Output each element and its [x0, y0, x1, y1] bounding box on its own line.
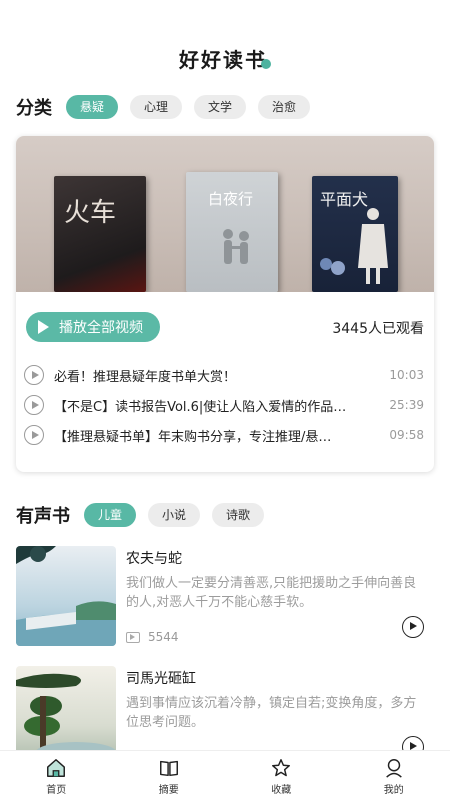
category-header: 分类 悬疑 心理 文学 治愈: [16, 94, 322, 120]
video-duration: 09:58: [389, 428, 424, 442]
tab-label-home: 首页: [46, 785, 67, 796]
video-list: 必看！推理悬疑年度书单大赏！ 10:03 【不是C】读书报告Vol.6|使让人陷…: [24, 360, 424, 450]
tab-label-summary: 摘要: [158, 785, 179, 796]
tab-home[interactable]: 首页: [0, 751, 113, 800]
tab-profile[interactable]: 我的: [338, 751, 450, 800]
farmer-snake-illustration: [16, 546, 116, 646]
star-icon: [272, 759, 291, 777]
audiobook-count-value: 5544: [148, 630, 179, 644]
category-chip-healing[interactable]: 治愈: [258, 95, 311, 119]
book-cover-2: 白夜行: [186, 172, 278, 292]
app-title-text: 好好读书: [179, 48, 267, 72]
audiobook-thumbnail: [16, 546, 116, 646]
audiobook-item[interactable]: 司馬光砸缸 遇到事情应该沉着冷静，镇定自若;变换角度，多方位思考问题。: [16, 666, 434, 750]
audiobook-description: 我们做人一定要分清善恶,只能把援助之手伸向善良的人,对恶人千万不能心慈手软。: [126, 576, 417, 610]
audiobook-header: 有声书 儿童 小说 诗歌: [16, 502, 276, 528]
flowers-icon: [320, 258, 345, 275]
profile-icon: [385, 759, 402, 778]
video-title: 【推理悬疑书单】年末购书分享，专注推理/悬…: [54, 429, 332, 445]
audiobook-title: 有声书: [16, 506, 70, 527]
featured-video-card: 火车 白夜行 平面犬 播放全部视频 3445人已观看 必看！推理悬疑年度书单大赏…: [16, 136, 434, 472]
category-chip-literature[interactable]: 文学: [194, 95, 247, 119]
tab-favorites[interactable]: 收藏: [225, 751, 338, 800]
audiobook-play-button[interactable]: [402, 736, 424, 750]
audiobook-play-count: 5544: [126, 630, 179, 644]
audiobook-play-button[interactable]: [402, 616, 424, 638]
book-cover-3: 平面犬: [312, 176, 398, 292]
video-title: 【不是C】读书报告Vol.6|使让人陷入爱情的作品…: [54, 399, 347, 415]
audiobook-item[interactable]: 农夫与蛇 我们做人一定要分清善恶,只能把援助之手伸向善良的人,对恶人千万不能心慈…: [16, 546, 434, 650]
play-circle-icon: [24, 425, 44, 445]
girl-figure-icon: [358, 208, 388, 284]
watched-count: 3445人已观看: [332, 321, 424, 337]
tab-label-favorites: 收藏: [271, 785, 292, 796]
book-cover-title-1: 火车: [64, 198, 117, 228]
book-cover-title-2: 白夜行: [208, 190, 254, 208]
audiobook-chip-novel[interactable]: 小说: [148, 503, 201, 527]
video-duration: 25:39: [389, 398, 424, 412]
category-title: 分类: [16, 98, 52, 119]
video-list-item[interactable]: 【不是C】读书报告Vol.6|使让人陷入爱情的作品… 25:39: [24, 390, 424, 420]
audiobook-thumbnail: [16, 666, 116, 750]
video-list-item[interactable]: 必看！推理悬疑年度书单大赏！ 10:03: [24, 360, 424, 390]
title-dot-icon: [261, 59, 271, 69]
featured-banner-image[interactable]: 火车 白夜行 平面犬: [16, 136, 434, 292]
video-duration: 10:03: [389, 368, 424, 382]
tab-label-profile: 我的: [383, 785, 404, 796]
home-icon: [47, 759, 66, 777]
play-icon: [38, 320, 49, 334]
book-open-icon: [159, 760, 178, 777]
play-circle-icon: [24, 365, 44, 385]
video-list-item[interactable]: 【推理悬疑书单】年末购书分享，专注推理/悬… 09:58: [24, 420, 424, 450]
audiobook-title: 农夫与蛇: [126, 551, 182, 567]
tab-summary[interactable]: 摘要: [113, 751, 226, 800]
audiobook-chip-children[interactable]: 儿童: [84, 503, 137, 527]
category-chip-psychology[interactable]: 心理: [130, 95, 183, 119]
play-circle-icon: [24, 395, 44, 415]
bottom-tab-bar: 首页 摘要 收藏 我的: [0, 750, 450, 800]
sima-guang-illustration: [16, 673, 116, 750]
audiobook-chip-poetry[interactable]: 诗歌: [212, 503, 265, 527]
book-cover-1: 火车: [54, 176, 146, 292]
audiobook-title: 司馬光砸缸: [126, 671, 196, 687]
video-count-icon: [126, 631, 140, 643]
audiobook-description: 遇到事情应该沉着冷静，镇定自若;变换角度，多方位思考问题。: [126, 696, 417, 730]
category-chip-suspense[interactable]: 悬疑: [66, 95, 119, 119]
video-title: 必看！推理悬疑年度书单大赏！: [54, 369, 237, 385]
play-all-videos-button[interactable]: 播放全部视频: [26, 312, 160, 342]
children-silhouette-icon: [223, 229, 249, 264]
play-all-label: 播放全部视频: [59, 320, 143, 336]
app-title: 好好读书: [0, 44, 450, 73]
